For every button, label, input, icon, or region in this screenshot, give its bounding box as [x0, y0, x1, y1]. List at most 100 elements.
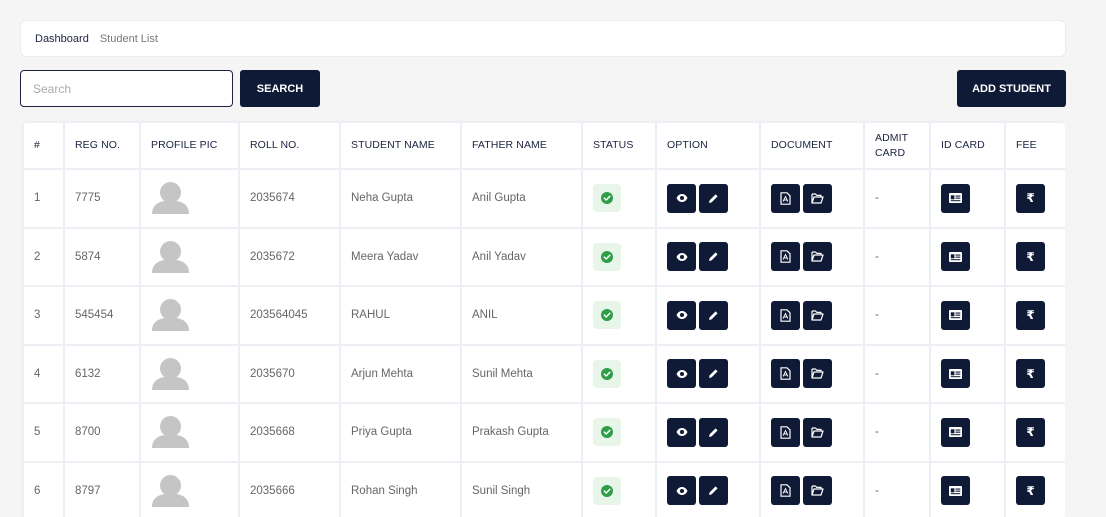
fee-button[interactable]: ₹	[1016, 300, 1045, 330]
pdf-file-icon	[780, 425, 791, 439]
pdf-button[interactable]	[771, 417, 800, 447]
option-cell	[655, 460, 761, 517]
rupee-icon: ₹	[1026, 366, 1035, 381]
view-button[interactable]	[667, 359, 696, 389]
check-circle-icon	[601, 367, 613, 380]
status-badge[interactable]	[593, 184, 621, 213]
rupee-icon: ₹	[1026, 483, 1035, 498]
fee-button[interactable]: ₹	[1016, 242, 1045, 272]
option-cell	[655, 285, 761, 346]
document-cell	[759, 402, 865, 463]
check-circle-icon	[601, 309, 613, 322]
view-button[interactable]	[667, 417, 696, 447]
folder-button[interactable]	[803, 242, 832, 272]
folder-button[interactable]	[803, 476, 832, 506]
view-button[interactable]	[667, 183, 696, 213]
eye-icon	[676, 369, 687, 378]
row-index: 3	[22, 285, 65, 346]
view-button[interactable]	[667, 476, 696, 506]
student-table-container: # REG NO. PROFILE PIC ROLL NO. STUDENT N…	[22, 121, 1065, 517]
fee-cell: ₹	[1004, 402, 1065, 463]
edit-button[interactable]	[699, 300, 728, 330]
pdf-button[interactable]	[771, 359, 800, 389]
search-input[interactable]	[20, 70, 233, 107]
table-row: 3 545454 203564045 RAHUL ANIL - ₹	[22, 285, 1065, 346]
id-card-button[interactable]	[941, 300, 970, 330]
avatar	[152, 357, 189, 390]
pdf-file-icon	[780, 250, 791, 264]
breadcrumb-dashboard-link[interactable]: Dashboard	[35, 33, 89, 45]
document-cell	[759, 226, 865, 287]
reg-no-cell: 8700	[63, 402, 141, 463]
pdf-button[interactable]	[771, 183, 800, 213]
reg-no-cell: 5874	[63, 226, 141, 287]
add-student-button[interactable]: ADD STUDENT	[957, 70, 1066, 107]
avatar	[152, 240, 189, 273]
pdf-button[interactable]	[771, 476, 800, 506]
status-badge[interactable]	[593, 359, 621, 388]
status-badge[interactable]	[593, 242, 621, 271]
roll-no-cell: 2035670	[238, 343, 341, 404]
admit-card-cell: -	[863, 168, 931, 229]
status-badge[interactable]	[593, 418, 621, 447]
table-row: 1 7775 2035674 Neha Gupta Anil Gupta - ₹	[22, 168, 1065, 229]
student-name-cell: Meera Yadav	[339, 226, 462, 287]
row-index: 4	[22, 343, 65, 404]
id-card-button[interactable]	[941, 476, 970, 506]
status-badge[interactable]	[593, 476, 621, 505]
id-card-cell	[929, 285, 1006, 346]
view-button[interactable]	[667, 300, 696, 330]
roll-no-cell: 2035672	[238, 226, 341, 287]
folder-button[interactable]	[803, 183, 832, 213]
fee-button[interactable]: ₹	[1016, 359, 1045, 389]
breadcrumb-current: Student List	[99, 32, 158, 45]
profile-pic-cell	[139, 343, 240, 404]
status-badge[interactable]	[593, 301, 621, 330]
check-circle-icon	[601, 426, 613, 439]
roll-no-cell: 2035668	[238, 402, 341, 463]
edit-button[interactable]	[699, 359, 728, 389]
document-cell	[759, 168, 865, 229]
status-cell	[581, 226, 657, 287]
folder-open-icon	[811, 193, 824, 204]
pdf-button[interactable]	[771, 242, 800, 272]
edit-button[interactable]	[699, 183, 728, 213]
id-card-button[interactable]	[941, 183, 970, 213]
admit-card-cell: -	[863, 285, 931, 346]
fee-button[interactable]: ₹	[1016, 183, 1045, 213]
id-card-icon	[949, 193, 962, 204]
check-circle-icon	[601, 250, 613, 263]
folder-open-icon	[811, 485, 824, 496]
profile-pic-cell	[139, 226, 240, 287]
id-card-button[interactable]	[941, 359, 970, 389]
edit-button[interactable]	[699, 476, 728, 506]
edit-button[interactable]	[699, 417, 728, 447]
option-cell	[655, 226, 761, 287]
pencil-icon	[709, 311, 718, 320]
fee-button[interactable]: ₹	[1016, 417, 1045, 447]
reg-no-cell: 545454	[63, 285, 141, 346]
row-index: 6	[22, 460, 65, 517]
pdf-file-icon	[780, 367, 791, 381]
roll-no-cell: 2035666	[238, 460, 341, 517]
folder-button[interactable]	[803, 417, 832, 447]
header-roll-no: ROLL NO.	[238, 121, 341, 170]
id-card-button[interactable]	[941, 242, 970, 272]
folder-button[interactable]	[803, 300, 832, 330]
header-fee: FEE	[1004, 121, 1065, 170]
view-button[interactable]	[667, 242, 696, 272]
pencil-icon	[709, 369, 718, 379]
document-cell	[759, 460, 865, 517]
search-button[interactable]: SEARCH	[240, 70, 320, 107]
folder-button[interactable]	[803, 359, 832, 389]
folder-open-icon	[811, 310, 824, 321]
header-father-name: FATHER NAME	[460, 121, 583, 170]
id-card-button[interactable]	[941, 417, 970, 447]
fee-button[interactable]: ₹	[1016, 476, 1045, 506]
header-student-name: STUDENT NAME	[339, 121, 462, 170]
pdf-button[interactable]	[771, 300, 800, 330]
edit-button[interactable]	[699, 242, 728, 272]
id-card-cell	[929, 343, 1006, 404]
document-cell	[759, 343, 865, 404]
admit-card-cell: -	[863, 343, 931, 404]
